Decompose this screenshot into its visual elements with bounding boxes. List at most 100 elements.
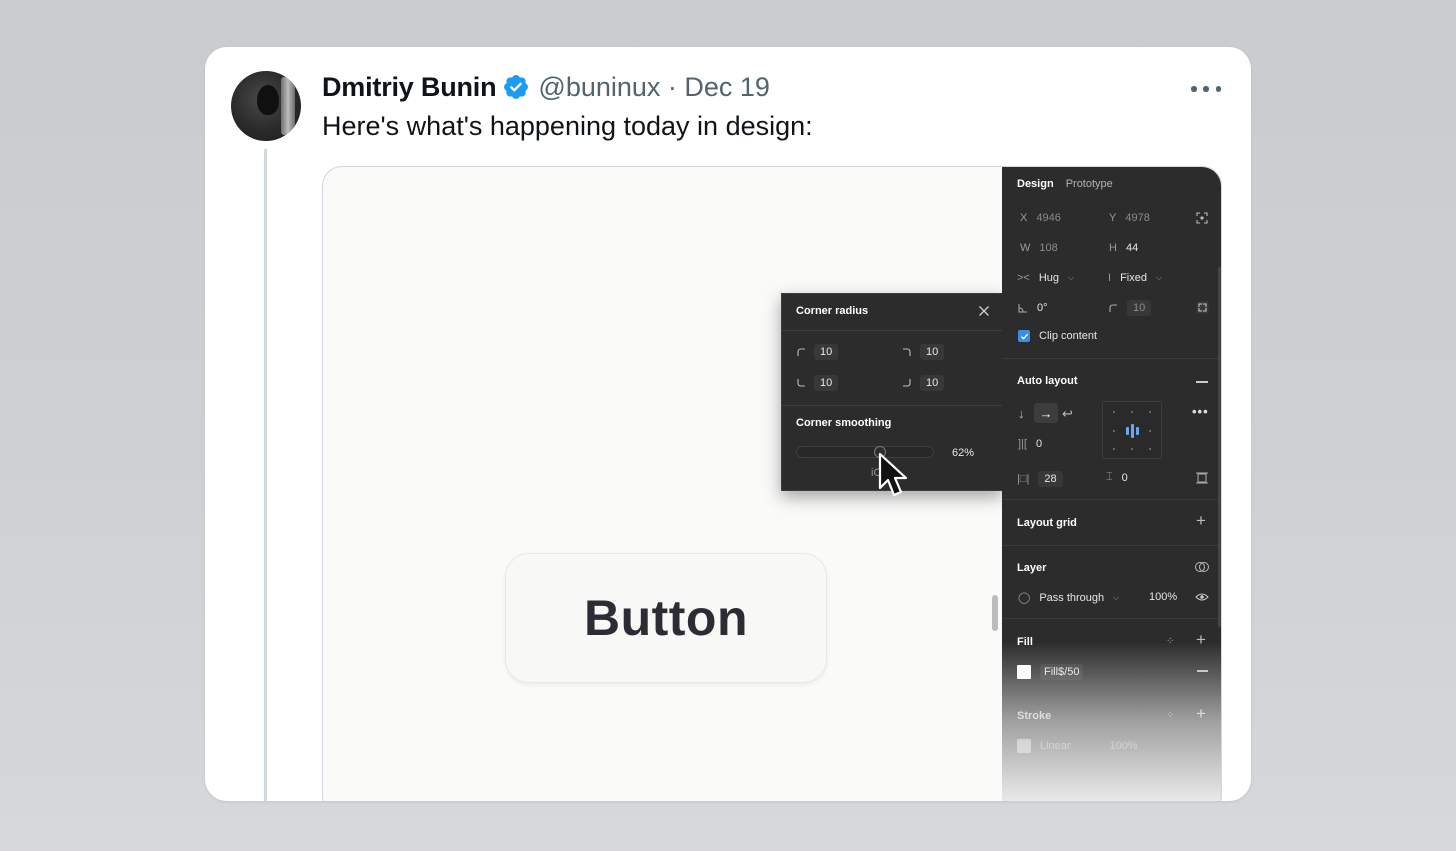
- top-right-radius-field[interactable]: 10: [902, 344, 945, 360]
- radius-field[interactable]: 10: [1108, 300, 1152, 316]
- horizontal-padding-value[interactable]: 28: [1038, 471, 1063, 487]
- corner-smoothing-slider[interactable]: [796, 446, 934, 458]
- fill-style-row[interactable]: Fill$/50: [1017, 664, 1084, 680]
- checkbox-checked-icon[interactable]: [1018, 330, 1030, 342]
- verified-badge-icon: [504, 75, 529, 99]
- canvas-button-preview[interactable]: Button: [505, 553, 827, 683]
- independent-corners-icon[interactable]: [1196, 301, 1209, 314]
- horizontal-padding-icon: |□|: [1017, 473, 1030, 485]
- fill-style-value[interactable]: Fill$/50: [1040, 664, 1084, 680]
- fill-title: Fill: [1017, 636, 1033, 648]
- gap-field[interactable]: ]|[ 0: [1018, 438, 1042, 450]
- rotation-field[interactable]: 0°: [1018, 302, 1048, 314]
- top-right-radius-value[interactable]: 10: [920, 344, 945, 360]
- avatar-face: [257, 85, 279, 115]
- tab-prototype[interactable]: Prototype: [1066, 178, 1113, 190]
- individual-padding-icon[interactable]: [1196, 472, 1208, 484]
- clip-content-checkbox[interactable]: Clip content: [1018, 330, 1097, 342]
- direction-horizontal-icon[interactable]: →: [1034, 403, 1058, 423]
- radius-value[interactable]: 10: [1127, 300, 1152, 316]
- add-stroke-icon[interactable]: +: [1196, 705, 1206, 722]
- layout-grid-title: Layout grid: [1017, 517, 1077, 529]
- top-left-radius-field[interactable]: 10: [796, 344, 839, 360]
- canvas-button-label: Button: [583, 590, 749, 646]
- close-icon[interactable]: [978, 305, 990, 317]
- add-layout-grid-icon[interactable]: +: [1196, 512, 1206, 529]
- canvas-scrollbar[interactable]: [992, 595, 998, 631]
- panel-tabs: Design Prototype: [1017, 178, 1113, 190]
- author-name[interactable]: Dmitriy Bunin: [322, 72, 497, 103]
- tab-design[interactable]: Design: [1017, 178, 1054, 190]
- mouse-pointer-icon: [878, 452, 908, 497]
- rotation-value[interactable]: 0°: [1037, 302, 1048, 314]
- x-label: X: [1020, 212, 1028, 224]
- alignment-grid[interactable]: [1102, 401, 1162, 459]
- h-label: H: [1109, 242, 1117, 254]
- vertical-padding-value[interactable]: 0: [1122, 472, 1128, 484]
- stroke-title: Stroke: [1017, 710, 1052, 722]
- top-left-corner-icon: [797, 348, 805, 356]
- stroke-opacity-value[interactable]: 100%: [1110, 740, 1138, 752]
- remove-fill-icon[interactable]: [1197, 670, 1208, 672]
- add-fill-icon[interactable]: +: [1196, 631, 1206, 648]
- top-right-corner-icon: [903, 348, 911, 356]
- thread-line: [264, 149, 267, 801]
- styles-icon[interactable]: ⁘: [1166, 709, 1174, 722]
- constraints-icon[interactable]: [1196, 212, 1208, 224]
- layer-opacity-field[interactable]: 100%: [1149, 591, 1177, 603]
- x-position-field[interactable]: X 4946: [1020, 212, 1061, 224]
- height-mode-dropdown[interactable]: I Fixed ⌵: [1108, 272, 1162, 284]
- tweet-card[interactable]: Dmitriy Bunin @buninux · Dec 19 Here's w…: [205, 47, 1251, 801]
- height-mode-value: Fixed: [1120, 272, 1147, 284]
- horizontal-padding-field[interactable]: |□| 28: [1017, 471, 1063, 487]
- bottom-right-radius-field[interactable]: 10: [902, 375, 945, 391]
- chevron-down-icon: ⌵: [1155, 273, 1163, 282]
- top-left-radius-value[interactable]: 10: [814, 344, 839, 360]
- auto-layout-title: Auto layout: [1017, 375, 1078, 387]
- stroke-style-value[interactable]: Linear: [1040, 740, 1071, 752]
- stroke-swatch[interactable]: [1017, 739, 1031, 753]
- more-options-icon[interactable]: [1191, 77, 1221, 101]
- w-value[interactable]: 108: [1039, 242, 1057, 254]
- direction-vertical-icon[interactable]: ↓: [1018, 407, 1025, 420]
- design-panel: Design Prototype X 4946 Y 4978 W 108 H 4…: [1002, 167, 1221, 801]
- h-value[interactable]: 44: [1126, 242, 1138, 254]
- remove-auto-layout-icon[interactable]: [1196, 381, 1208, 383]
- bottom-left-radius-field[interactable]: 10: [796, 375, 839, 391]
- width-mode-dropdown[interactable]: >< Hug ⌵: [1017, 272, 1074, 284]
- gap-value[interactable]: 0: [1036, 438, 1042, 450]
- tweet-media[interactable]: Button Corner radius 10 10 10 10 Corner …: [322, 166, 1222, 801]
- bottom-right-radius-value[interactable]: 10: [920, 375, 945, 391]
- styles-icon[interactable]: ⁘: [1166, 635, 1174, 648]
- bottom-left-radius-value[interactable]: 10: [814, 375, 839, 391]
- blend-drop-icon: ◯: [1018, 592, 1031, 604]
- author-avatar[interactable]: [231, 71, 301, 141]
- x-value[interactable]: 4946: [1036, 212, 1060, 224]
- eye-icon[interactable]: [1195, 592, 1209, 602]
- bottom-right-corner-icon: [903, 379, 911, 387]
- more-icon[interactable]: •••: [1192, 405, 1209, 418]
- direction-wrap-icon[interactable]: ↩: [1062, 407, 1073, 420]
- layer-opacity-value[interactable]: 100%: [1149, 591, 1177, 603]
- vertical-resize-icon: I: [1108, 272, 1112, 284]
- y-label: Y: [1109, 212, 1117, 224]
- popover-divider: [782, 405, 1002, 406]
- panel-scrollbar[interactable]: [1218, 267, 1221, 627]
- gap-icon: ]|[: [1018, 438, 1027, 450]
- layer-visibility-mode-icon[interactable]: [1195, 561, 1209, 573]
- section-divider: [1002, 618, 1221, 619]
- section-divider: [1002, 545, 1221, 546]
- blend-mode-dropdown[interactable]: ◯ Pass through ⌵: [1018, 591, 1119, 605]
- bottom-left-corner-icon: [797, 379, 805, 387]
- width-field[interactable]: W 108: [1020, 242, 1058, 254]
- y-position-field[interactable]: Y 4978: [1109, 212, 1150, 224]
- stroke-style-row[interactable]: Linear 100%: [1017, 739, 1138, 753]
- vertical-padding-icon: ⌶: [1106, 471, 1113, 483]
- section-divider: [1002, 358, 1221, 359]
- author-handle-date[interactable]: @buninux · Dec 19: [538, 72, 770, 103]
- fill-swatch[interactable]: [1017, 665, 1031, 679]
- popover-divider: [782, 330, 1002, 331]
- vertical-padding-field[interactable]: ⌶ 0: [1106, 471, 1128, 484]
- y-value[interactable]: 4978: [1125, 212, 1149, 224]
- height-field[interactable]: H 44: [1109, 242, 1138, 254]
